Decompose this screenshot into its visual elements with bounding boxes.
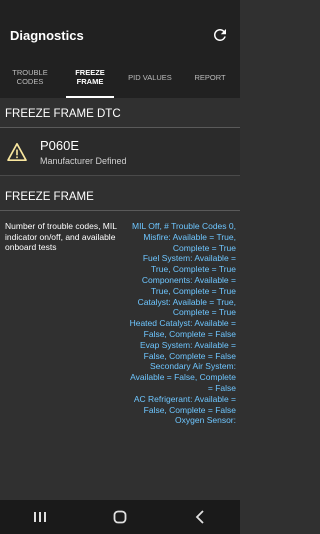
tab-trouble-codes[interactable]: TROUBLE CODES — [0, 56, 60, 98]
freeze-frame-row-value: MIL Off, # Trouble Codes 0, Misfire: Ava… — [129, 221, 236, 426]
tab-bar: TROUBLE CODES FREEZE FRAME PID VALUES REPO… — [0, 56, 240, 98]
dtc-text: P060E Manufacturer Defined — [40, 138, 127, 166]
freeze-frame-row-label: Number of trouble codes, MIL indicator o… — [5, 221, 117, 252]
dtc-code: P060E — [40, 137, 80, 153]
back-icon[interactable] — [180, 500, 220, 534]
tab-label: REPORT — [194, 72, 226, 82]
freeze-frame-section-header: FREEZE FRAME — [0, 184, 240, 211]
tab-label-line1: TROUBLE — [12, 68, 48, 77]
warning-icon — [6, 141, 28, 163]
status-bar — [0, 0, 240, 14]
dtc-list-item[interactable]: P060E Manufacturer Defined — [0, 128, 240, 176]
tab-label-line2: FRAME — [76, 77, 104, 86]
tab-label: PID VALUES — [128, 72, 172, 82]
tab-pid-values[interactable]: PID VALUES — [120, 56, 180, 98]
system-nav-bar — [0, 500, 240, 534]
recents-icon[interactable] — [20, 500, 60, 534]
freeze-frame-row: Number of trouble codes, MIL indicator o… — [0, 211, 240, 426]
app-title: Diagnostics — [10, 27, 84, 43]
dtc-description: Manufacturer Defined — [40, 155, 127, 166]
tab-freeze-frame[interactable]: FREEZE FRAME — [60, 56, 120, 98]
tab-label-line2: CODES — [16, 77, 44, 86]
refresh-icon[interactable] — [210, 25, 230, 45]
home-icon[interactable] — [100, 500, 140, 534]
dtc-section-header: FREEZE FRAME DTC — [0, 101, 240, 128]
tab-label-line1: FREEZE — [75, 68, 105, 77]
app-bar: Diagnostics — [0, 14, 240, 56]
tab-report[interactable]: REPORT — [180, 56, 240, 98]
